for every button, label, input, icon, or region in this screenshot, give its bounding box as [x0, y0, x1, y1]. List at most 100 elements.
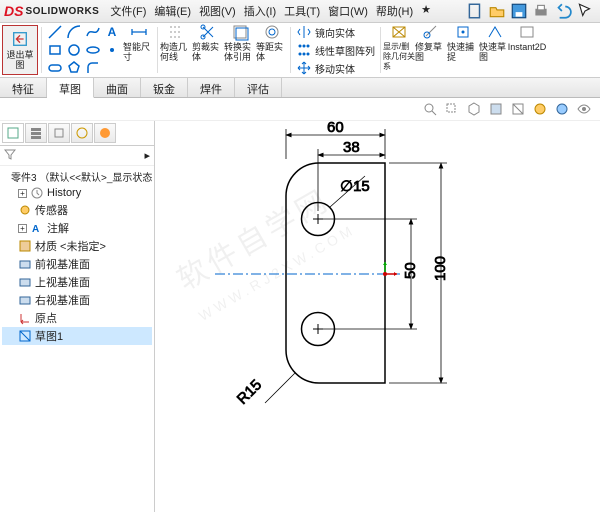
- feature-tree-tab[interactable]: [2, 123, 24, 143]
- app-logo: DS SOLIDWORKS: [4, 3, 99, 19]
- filter-row: ▸: [0, 146, 154, 166]
- rect-icon[interactable]: [47, 42, 63, 58]
- quick-access-toolbar: [466, 2, 600, 20]
- new-icon[interactable]: [466, 2, 484, 20]
- tree-annotations[interactable]: +A注解: [2, 219, 152, 237]
- tree-sketch1[interactable]: 草图1: [2, 327, 152, 345]
- display-tab[interactable]: [94, 123, 116, 143]
- slot-icon[interactable]: [47, 60, 63, 76]
- dim-50[interactable]: 50: [402, 262, 419, 279]
- tree-front-label: 前视基准面: [35, 256, 90, 272]
- dim-r15[interactable]: R15: [234, 376, 265, 407]
- menu-edit[interactable]: 编辑(E): [151, 1, 194, 21]
- menu-tools[interactable]: 工具(T): [281, 1, 323, 21]
- pattern-label[interactable]: 线性草图阵列: [315, 43, 375, 58]
- section-view-icon[interactable]: [510, 101, 526, 117]
- tree-annotations-label: 注解: [47, 220, 69, 236]
- exit-sketch-label: 退出草图: [3, 50, 37, 70]
- select-icon[interactable]: [576, 2, 594, 20]
- convert-ent-label: 转换实体引用: [224, 42, 256, 62]
- exit-sketch-button[interactable]: 退出草图: [2, 25, 38, 75]
- trim-button[interactable]: 剪裁实体: [192, 23, 224, 77]
- expand-icon[interactable]: ▸: [144, 149, 150, 162]
- menu-insert[interactable]: 插入(I): [241, 1, 279, 21]
- mirror-icon[interactable]: [296, 24, 312, 40]
- tree-root[interactable]: 零件3 （默认<<默认>_显示状态 1>）: [2, 168, 152, 185]
- mirror-label[interactable]: 镜向实体: [315, 25, 355, 40]
- text-icon[interactable]: A: [104, 24, 120, 40]
- zoom-area-icon[interactable]: [444, 101, 460, 117]
- view-orientation-icon[interactable]: [466, 101, 482, 117]
- spline-icon[interactable]: [85, 24, 101, 40]
- menu-search-icon[interactable]: ★: [418, 1, 434, 21]
- menu-file[interactable]: 文件(F): [107, 1, 149, 21]
- dim-d15[interactable]: ∅15: [340, 178, 370, 195]
- dim-38[interactable]: 38: [343, 139, 360, 156]
- tree-top-plane[interactable]: 上视基准面: [2, 273, 152, 291]
- tree-origin[interactable]: 原点: [2, 309, 152, 327]
- tab-weldment[interactable]: 焊件: [188, 78, 235, 97]
- tree-top-label: 上视基准面: [35, 274, 90, 290]
- display-delete-button[interactable]: 显示/删除几何关系: [383, 23, 415, 77]
- dim-60[interactable]: 60: [327, 121, 344, 136]
- instant2d-button[interactable]: Instant2D: [511, 23, 543, 77]
- menu-help[interactable]: 帮助(H): [373, 1, 416, 21]
- repair-sketch-button[interactable]: 修复草图: [415, 23, 447, 77]
- tree-sensors[interactable]: 传感器: [2, 201, 152, 219]
- origin-marker: [383, 262, 397, 276]
- tab-sheetmetal[interactable]: 钣金: [141, 78, 188, 97]
- convert-entities-button[interactable]: 转换实体引用: [224, 23, 256, 77]
- dimxpert-tab[interactable]: [71, 123, 93, 143]
- polygon-icon[interactable]: [66, 60, 82, 76]
- filter-icon[interactable]: [4, 148, 16, 163]
- tab-features[interactable]: 特征: [0, 78, 47, 97]
- scene-icon[interactable]: [532, 101, 548, 117]
- tree-history-label: History: [47, 187, 81, 199]
- move-label[interactable]: 移动实体: [315, 61, 355, 76]
- tab-sketch[interactable]: 草图: [47, 78, 94, 98]
- convert-button[interactable]: 构造几何线: [160, 23, 192, 77]
- tree-history[interactable]: + History: [2, 185, 152, 201]
- tab-surface[interactable]: 曲面: [94, 78, 141, 97]
- feature-tree: 零件3 （默认<<默认>_显示状态 1>） +History 传感器 +A注解 …: [0, 166, 154, 347]
- property-tab[interactable]: [25, 123, 47, 143]
- circle-icon[interactable]: [66, 42, 82, 58]
- sketch-drawing: 60 38 ∅15 50 100 R15: [155, 121, 600, 512]
- expand-toggle[interactable]: +: [18, 224, 27, 233]
- appearance-icon[interactable]: [554, 101, 570, 117]
- tree-front-plane[interactable]: 前视基准面: [2, 255, 152, 273]
- display-style-icon[interactable]: [488, 101, 504, 117]
- quick-snap-button[interactable]: 快速捕捉: [447, 23, 479, 77]
- config-tab[interactable]: [48, 123, 70, 143]
- fillet-icon[interactable]: [85, 60, 101, 76]
- command-tabs: 特征 草图 曲面 钣金 焊件 评估: [0, 78, 600, 98]
- graphics-area[interactable]: 软件自学网WWW.RJ2XW.COM: [155, 121, 600, 512]
- undo-icon[interactable]: [554, 2, 572, 20]
- offset-label: 等距实体: [256, 42, 288, 62]
- ellipse-icon[interactable]: [85, 42, 101, 58]
- rapid-sketch-button[interactable]: 快速草图: [479, 23, 511, 77]
- line-icon[interactable]: [47, 24, 63, 40]
- convert-label: 构造几何线: [160, 42, 192, 62]
- hide-show-icon[interactable]: [576, 101, 592, 117]
- tab-evaluate[interactable]: 评估: [235, 78, 282, 97]
- move-icon[interactable]: [296, 60, 312, 76]
- menu-view[interactable]: 视图(V): [196, 1, 239, 21]
- pattern-icon[interactable]: [296, 42, 312, 58]
- tree-right-plane[interactable]: 右视基准面: [2, 291, 152, 309]
- expand-toggle[interactable]: +: [18, 189, 27, 198]
- offset-button[interactable]: 等距实体: [256, 23, 288, 77]
- save-icon[interactable]: [510, 2, 528, 20]
- arc-icon[interactable]: [66, 24, 82, 40]
- display-del-label: 显示/删除几何关系: [383, 42, 415, 72]
- instant2d-label: Instant2D: [508, 42, 547, 52]
- tree-sketch1-label: 草图1: [35, 328, 63, 344]
- point-icon[interactable]: [104, 42, 120, 58]
- tree-material[interactable]: 材质 <未指定>: [2, 237, 152, 255]
- zoom-fit-icon[interactable]: [422, 101, 438, 117]
- menu-window[interactable]: 窗口(W): [325, 1, 371, 21]
- smart-dimension-button[interactable]: 智能尺寸: [123, 23, 155, 77]
- open-icon[interactable]: [488, 2, 506, 20]
- dim-100[interactable]: 100: [432, 256, 449, 281]
- print-icon[interactable]: [532, 2, 550, 20]
